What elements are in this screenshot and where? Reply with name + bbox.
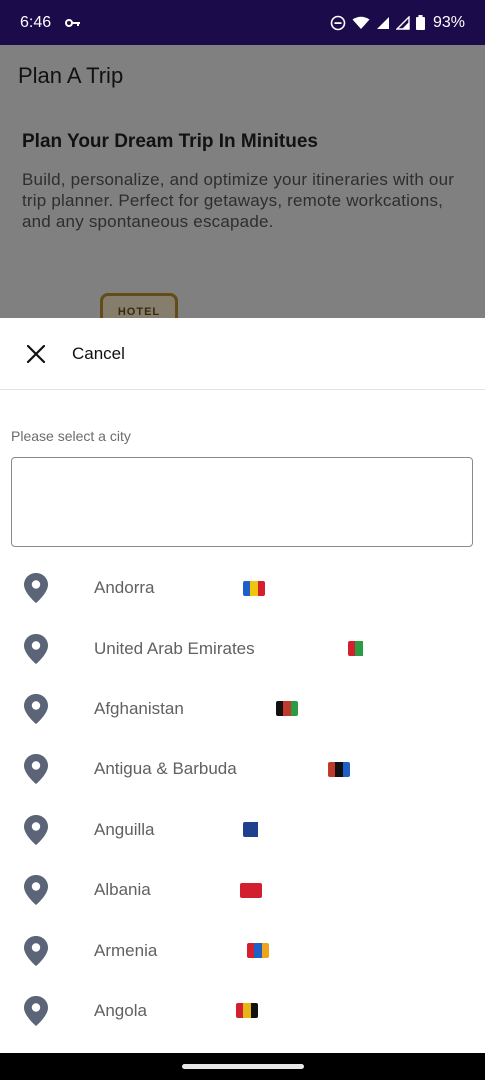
country-flag-icon [240, 882, 262, 898]
city-list-item[interactable]: Angola [0, 981, 485, 1041]
battery-percent: 93% [432, 13, 465, 31]
location-pin-icon [24, 633, 48, 664]
status-icons: 93% [330, 14, 465, 32]
wifi-icon [352, 16, 370, 30]
location-pin-icon [24, 995, 48, 1026]
country-flag-icon [236, 1003, 258, 1019]
city-list-item[interactable]: Albania [0, 860, 485, 920]
city-list: Andorra United Arab Emirates Afghanistan An… [0, 558, 485, 1041]
city-name: Afghanistan [94, 698, 184, 718]
location-pin-icon [24, 693, 48, 724]
close-icon [27, 344, 45, 363]
country-flag-icon [247, 943, 269, 959]
battery-icon [415, 15, 425, 30]
sheet-header: Cancel [0, 318, 485, 390]
country-flag-icon [276, 701, 298, 717]
city-list-item[interactable]: United Arab Emirates [0, 618, 485, 678]
city-name: Albania [94, 880, 151, 900]
city-search-input[interactable] [11, 457, 473, 547]
status-time: 6:46 [20, 13, 52, 31]
city-list-item[interactable]: Andorra [0, 558, 485, 618]
close-button[interactable] [18, 336, 54, 372]
city-list-item[interactable]: Antigua & Barbuda [0, 739, 485, 799]
country-flag-icon [328, 761, 350, 777]
city-name: Angola [94, 1000, 147, 1020]
city-name: United Arab Emirates [94, 638, 255, 658]
location-pin-icon [24, 754, 48, 785]
location-pin-icon [24, 814, 48, 845]
location-pin-icon [24, 875, 48, 906]
status-bar: 6:46 93% [0, 0, 485, 45]
city-name: Antigua & Barbuda [94, 759, 237, 779]
modal-scrim[interactable] [0, 45, 485, 318]
cancel-button[interactable]: Cancel [72, 344, 125, 364]
city-field-label: Please select a city [11, 428, 131, 444]
city-list-item[interactable]: Anguilla [0, 800, 485, 860]
key-icon [65, 18, 81, 28]
signal-icon [376, 16, 390, 30]
city-name: Anguilla [94, 819, 155, 839]
country-flag-icon [348, 641, 370, 657]
city-list-item[interactable]: Armenia [0, 920, 485, 980]
city-name: Armenia [94, 940, 158, 960]
country-flag-icon [243, 822, 265, 838]
city-list-item[interactable]: Afghanistan [0, 679, 485, 739]
country-flag-icon [243, 580, 265, 596]
location-pin-icon [24, 573, 48, 604]
home-gesture-handle[interactable] [182, 1064, 304, 1069]
location-pin-icon [24, 935, 48, 966]
do-not-disturb-icon [330, 15, 346, 31]
city-name: Andorra [94, 578, 155, 598]
signal-icon-2 [395, 15, 410, 30]
navigation-bar [0, 1053, 485, 1080]
city-picker-sheet: Cancel Please select a city Andorra Unite… [0, 318, 485, 1053]
